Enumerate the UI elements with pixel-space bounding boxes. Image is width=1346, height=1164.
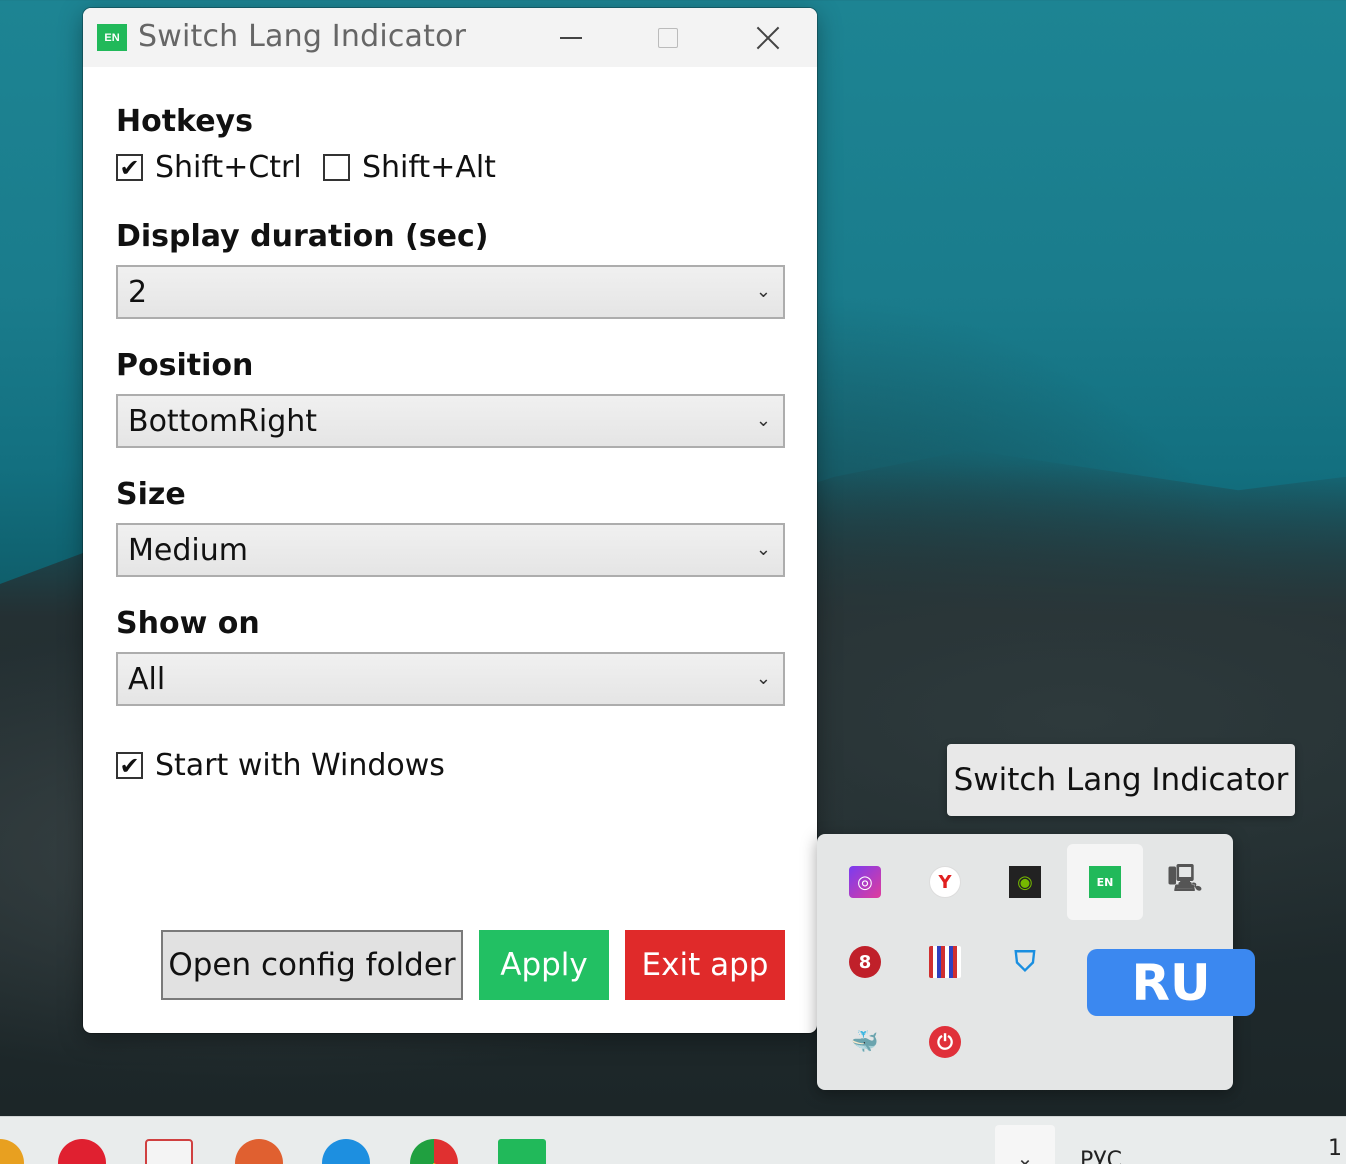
chrome-taskbar-icon[interactable] bbox=[0, 1139, 24, 1164]
close-button[interactable] bbox=[723, 8, 813, 67]
show-on-label: Show on bbox=[116, 606, 260, 641]
switch-lang-en-icon[interactable]: EN bbox=[1067, 844, 1143, 920]
size-label: Size bbox=[116, 477, 186, 512]
docker-taskbar-icon[interactable] bbox=[322, 1139, 370, 1164]
size-value: Medium bbox=[128, 532, 248, 568]
shift-alt-checkbox[interactable] bbox=[323, 154, 350, 181]
tray-tooltip: Switch Lang Indicator bbox=[947, 744, 1295, 816]
shift-alt-label: Shift+Alt bbox=[362, 150, 496, 185]
maximize-icon bbox=[658, 27, 678, 48]
taskbar bbox=[0, 1116, 1346, 1164]
input-language[interactable]: РУС bbox=[1080, 1148, 1122, 1164]
security-shield-icon[interactable]: ⛉ bbox=[987, 924, 1063, 1000]
duration-label: Display duration (sec) bbox=[116, 219, 489, 254]
app-icon: EN bbox=[97, 24, 127, 51]
network-monitor-icon[interactable]: 🖳 bbox=[1147, 844, 1223, 920]
size-select[interactable]: Medium ⌄ bbox=[116, 523, 785, 577]
settings-window: EN Switch Lang Indicator Hotkeys ✔ Shift… bbox=[83, 8, 817, 1033]
hotkeys-label: Hotkeys bbox=[116, 104, 253, 139]
chevron-down-icon: ⌄ bbox=[755, 410, 771, 431]
shift-ctrl-checkbox[interactable]: ✔ bbox=[116, 154, 143, 181]
nvidia-icon[interactable]: ◉ bbox=[987, 844, 1063, 920]
switch-lang-taskbar-icon[interactable] bbox=[498, 1139, 546, 1164]
language-indicator-badge: RU bbox=[1087, 949, 1255, 1016]
title-bar[interactable]: EN Switch Lang Indicator bbox=[83, 8, 817, 67]
show-on-select[interactable]: All ⌄ bbox=[116, 652, 785, 706]
clock[interactable]: 1 bbox=[1328, 1136, 1342, 1161]
exit-app-button[interactable]: Exit app bbox=[625, 930, 785, 1000]
duration-value: 2 bbox=[128, 274, 148, 310]
open-config-folder-button[interactable]: Open config folder bbox=[161, 930, 463, 1000]
apply-button[interactable]: Apply bbox=[479, 930, 609, 1000]
position-value: BottomRight bbox=[128, 403, 318, 439]
window-title: Switch Lang Indicator bbox=[138, 19, 467, 54]
chevron-down-icon: ⌄ bbox=[755, 539, 771, 560]
show-on-value: All bbox=[128, 661, 166, 697]
start-with-windows-checkbox[interactable]: ✔ bbox=[116, 752, 143, 779]
opera-taskbar-icon[interactable] bbox=[58, 1139, 106, 1164]
notepad-taskbar-icon[interactable] bbox=[145, 1139, 193, 1164]
duration-select[interactable]: 2 ⌄ bbox=[116, 265, 785, 319]
grid-app-icon[interactable] bbox=[907, 924, 983, 1000]
chevron-down-icon: ⌄ bbox=[755, 281, 771, 302]
chevron-up-icon: ⌄ bbox=[1016, 1146, 1034, 1164]
position-label: Position bbox=[116, 348, 254, 383]
podcast-icon[interactable]: ◎ bbox=[827, 844, 903, 920]
hotkey-shift-ctrl[interactable]: ✔ Shift+Ctrl bbox=[116, 150, 302, 185]
minimize-button[interactable] bbox=[526, 8, 616, 67]
close-icon bbox=[756, 26, 780, 50]
yandex-browser-icon[interactable]: Y bbox=[907, 844, 983, 920]
show-hidden-icons-button[interactable]: ⌄ bbox=[995, 1125, 1055, 1164]
maximize-button[interactable] bbox=[623, 8, 713, 67]
hotkey-shift-alt[interactable]: Shift+Alt bbox=[323, 150, 496, 185]
duckduckgo-taskbar-icon[interactable] bbox=[235, 1139, 283, 1164]
minimize-icon bbox=[560, 36, 582, 39]
docker-icon[interactable]: 🐳 bbox=[827, 1004, 903, 1080]
start-with-windows-label: Start with Windows bbox=[155, 748, 445, 783]
chevron-down-icon: ⌄ bbox=[755, 668, 771, 689]
record-app-icon[interactable]: 8 bbox=[827, 924, 903, 1000]
start-with-windows[interactable]: ✔ Start with Windows bbox=[116, 748, 445, 783]
position-select[interactable]: BottomRight ⌄ bbox=[116, 394, 785, 448]
power-icon[interactable]: ⏻ bbox=[907, 1004, 983, 1080]
chrome-profile-taskbar-icon[interactable] bbox=[410, 1139, 458, 1164]
shift-ctrl-label: Shift+Ctrl bbox=[155, 150, 302, 185]
